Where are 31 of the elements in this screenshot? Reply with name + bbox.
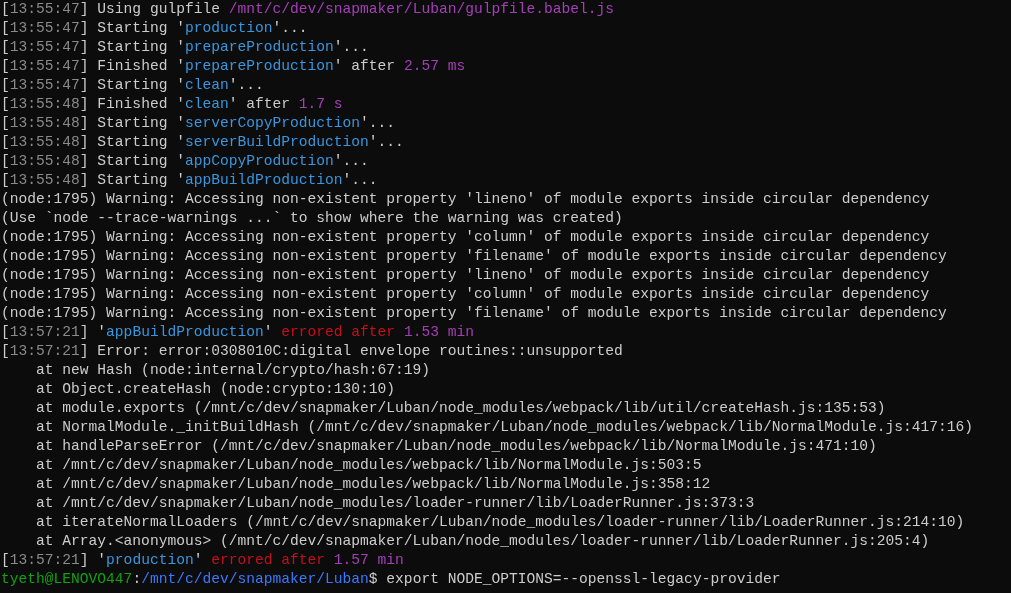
- terminal-line: (node:1795) Warning: Accessing non-existent property 'column' of module exports inside circular dependency: [1, 228, 930, 247]
- terminal-line: [13:55:47] Starting 'production'...: [1, 19, 308, 38]
- terminal-line: (node:1795) Warning: Accessing non-existent property 'filename' of module exports inside circular dependency: [1, 247, 947, 266]
- terminal-line: (node:1795) Warning: Accessing non-existent property 'lineno' of module exports inside circular dependency: [1, 190, 930, 209]
- terminal-line: at /mnt/c/dev/snapmaker/Luban/node_modules/webpack/lib/NormalModule.js:358:12: [35, 475, 711, 494]
- terminal-line: at Array.<anonymous> (/mnt/c/dev/snapmaker/Luban/node_modules/loader-runner/lib/LoaderRunner.js:205:4): [35, 532, 930, 551]
- terminal-line: at module.exports (/mnt/c/dev/snapmaker/Luban/node_modules/webpack/lib/util/createHash.js:135:53): [35, 399, 886, 418]
- terminal-line: [13:57:21] 'appBuildProduction' errored after 1.53 min: [1, 323, 474, 342]
- terminal-line: [13:55:48] Starting 'appCopyProduction'...: [1, 152, 369, 171]
- terminal-line: at new Hash (node:internal/crypto/hash:67:19): [35, 361, 431, 380]
- terminal-line: (Use `node --trace-warnings ...` to show where the warning was created): [1, 209, 623, 228]
- terminal-line: at handleParseError (/mnt/c/dev/snapmaker/Luban/node_modules/webpack/lib/NormalModule.js:471:10): [35, 437, 877, 456]
- terminal-line: tyeth@LENOVO447:/mnt/c/dev/snapmaker/Luban$ export NODE_OPTIONS=--openssl-legacy-provider: [1, 570, 781, 589]
- terminal-line: [13:55:48] Starting 'serverCopyProduction'...: [1, 114, 396, 133]
- terminal-line: (node:1795) Warning: Accessing non-existent property 'column' of module exports inside circular dependency: [1, 285, 930, 304]
- terminal-line: [13:55:47] Finished 'prepareProduction' after 2.57 ms: [1, 57, 466, 76]
- terminal-line: [13:55:47] Using gulpfile /mnt/c/dev/snapmaker/Luban/gulpfile.babel.js: [1, 0, 615, 19]
- terminal-line: [13:57:21] 'production' errored after 1.57 min: [1, 551, 404, 570]
- terminal-line: [13:55:48] Starting 'appBuildProduction'...: [1, 171, 378, 190]
- terminal-line: at /mnt/c/dev/snapmaker/Luban/node_modules/webpack/lib/NormalModule.js:503:5: [35, 456, 702, 475]
- terminal-line: at /mnt/c/dev/snapmaker/Luban/node_modules/loader-runner/lib/LoaderRunner.js:373:3: [35, 494, 755, 513]
- terminal-line: (node:1795) Warning: Accessing non-existent property 'filename' of module exports inside circular dependency: [1, 304, 947, 323]
- terminal-line: at Object.createHash (node:crypto:130:10): [35, 380, 396, 399]
- terminal-line: [13:55:48] Finished 'clean' after 1.7 s: [1, 95, 343, 114]
- terminal-line: [13:55:48] Starting 'serverBuildProduction'...: [1, 133, 404, 152]
- terminal-line: at iterateNormalLoaders (/mnt/c/dev/snapmaker/Luban/node_modules/loader-runner/lib/LoaderRunner.js:214:10): [35, 513, 965, 532]
- terminal-line: [13:57:21] Error: error:0308010C:digital envelope routines::unsupported: [1, 342, 623, 361]
- terminal-line: at NormalModule._initBuildHash (/mnt/c/dev/snapmaker/Luban/node_modules/webpack/lib/NormalModule.js:417:16): [35, 418, 974, 437]
- terminal-line: (node:1795) Warning: Accessing non-existent property 'lineno' of module exports inside circular dependency: [1, 266, 930, 285]
- terminal-line: [13:55:47] Starting 'clean'...: [1, 76, 264, 95]
- terminal-line: [13:55:47] Starting 'prepareProduction'...: [1, 38, 369, 57]
